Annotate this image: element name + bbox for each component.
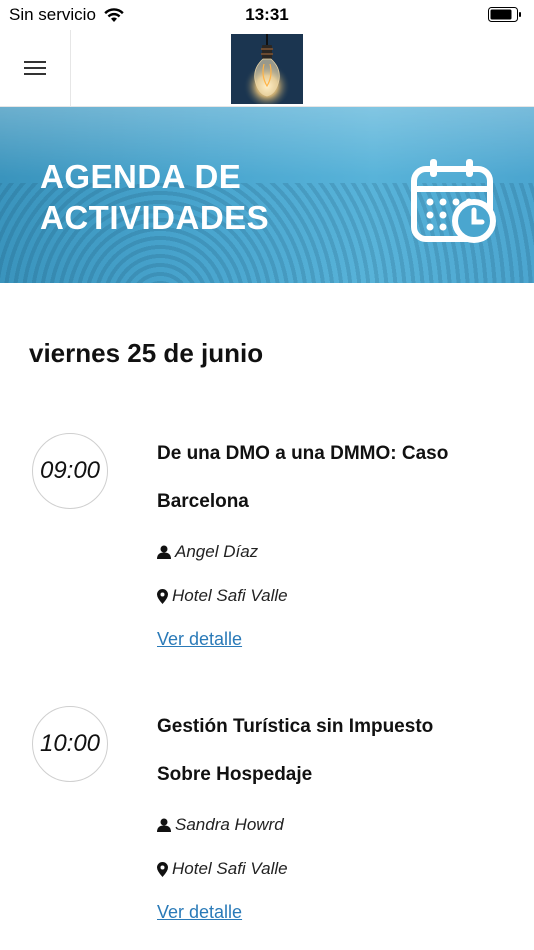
menu-button[interactable] bbox=[0, 30, 71, 106]
day-heading: viernes 25 de junio bbox=[29, 338, 264, 368]
hamburger-menu-icon bbox=[24, 61, 46, 75]
event-title[interactable]: De una DMO a una DMMO: Caso Barcelona bbox=[157, 430, 497, 526]
event-time: 10:00 bbox=[32, 706, 108, 782]
agenda-event: 10:00 Gestión Turística sin Impuesto Sob… bbox=[0, 706, 534, 946]
person-icon bbox=[157, 545, 171, 559]
event-location: Hotel Safi Valle bbox=[157, 859, 288, 879]
lightbulb-logo bbox=[231, 34, 303, 104]
app-logo[interactable] bbox=[231, 34, 303, 104]
map-marker-icon bbox=[157, 588, 168, 604]
event-speaker: Angel Díaz bbox=[157, 542, 258, 562]
agenda-event: 09:00 De una DMO a una DMMO: Caso Barcel… bbox=[0, 433, 534, 673]
map-marker-icon bbox=[157, 861, 168, 877]
event-title[interactable]: Gestión Turística sin Impuesto Sobre Hos… bbox=[157, 703, 497, 799]
calendar-clock-icon bbox=[411, 159, 496, 243]
view-detail-link[interactable]: Ver detalle bbox=[157, 629, 242, 650]
nav-bar bbox=[0, 30, 534, 107]
status-bar: Sin servicio 13:31 bbox=[0, 0, 534, 30]
battery-icon bbox=[488, 7, 521, 22]
event-time: 09:00 bbox=[32, 433, 108, 509]
event-location: Hotel Safi Valle bbox=[157, 586, 288, 606]
person-icon bbox=[157, 818, 171, 832]
clock: 13:31 bbox=[245, 5, 289, 24]
view-detail-link[interactable]: Ver detalle bbox=[157, 902, 242, 923]
event-speaker: Sandra Howrd bbox=[157, 815, 284, 835]
agenda-banner: AGENDA DE ACTIVIDADES bbox=[0, 107, 534, 283]
banner-title: AGENDA DE ACTIVIDADES bbox=[40, 158, 270, 236]
